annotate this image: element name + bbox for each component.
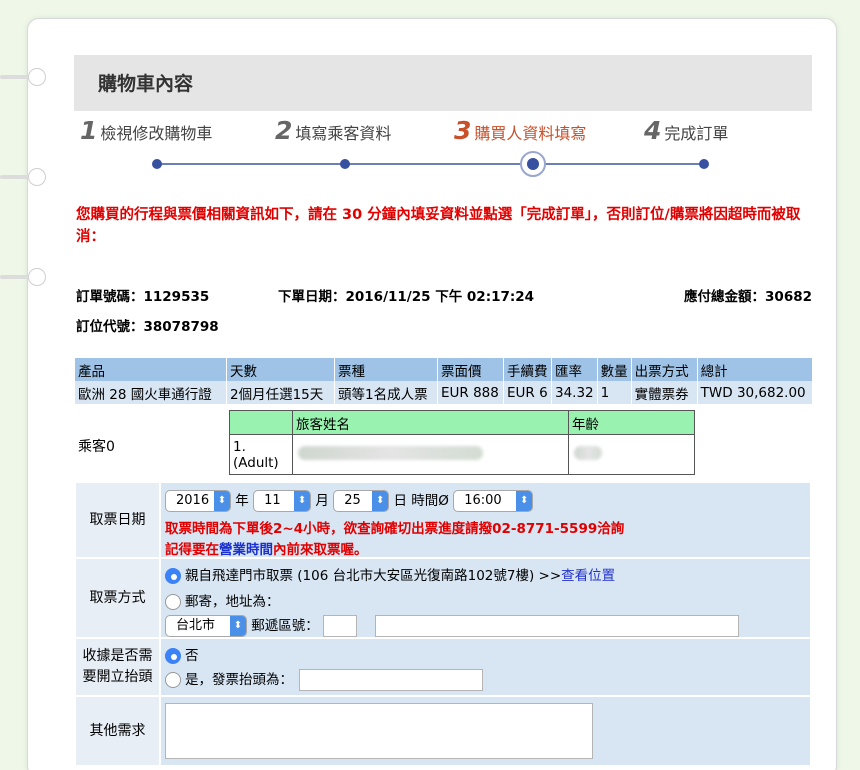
passenger-header-row: 旅客姓名 年齡 [229, 410, 695, 435]
cell-qty: 1 [596, 381, 632, 404]
passenger-table: 旅客姓名 年齡 1. (Adult) [229, 410, 695, 475]
col-header: 產品 [74, 358, 227, 381]
other-row: 其他需求 [74, 695, 812, 767]
address-input[interactable] [375, 615, 740, 637]
pickup-method-row: 取票方式 親自飛達門市取票 (106 台北市大安區光復南路102號7樓) >>查… [74, 557, 812, 639]
chevron-updown-icon: ⬍ [230, 616, 246, 636]
cell-days: 2個月任選15天 [226, 381, 335, 404]
receipt-yes-radio[interactable] [165, 672, 181, 688]
col-header: 總計 [696, 358, 812, 381]
page-title: 購物車內容 [98, 73, 194, 95]
booking-code: 訂位代號：38078798 [76, 319, 219, 335]
pickup-store-radio[interactable] [165, 568, 181, 584]
total-amount: 應付總金額：30682 [684, 289, 812, 305]
cell-delivery: 實體票券 [630, 381, 698, 404]
cell-fee: EUR 6 [503, 381, 552, 404]
col-age-header: 年齡 [568, 410, 695, 435]
step-dot-4 [699, 159, 709, 169]
step-1: 1 檢視修改購物車 [80, 116, 213, 145]
cell-product: 歐洲 28 國火車通行證 [74, 381, 227, 404]
binder-ring [0, 66, 50, 88]
other-label: 其他需求 [74, 695, 161, 767]
step-4: 4 完成訂單 [644, 116, 729, 145]
col-header: 數量 [596, 358, 632, 381]
chevron-updown-icon: ⬍ [294, 491, 311, 511]
receipt-no-radio[interactable] [165, 648, 181, 664]
progress-track [156, 163, 706, 165]
col-header: 票種 [334, 358, 438, 381]
mail-radio[interactable] [165, 594, 181, 610]
col-header: 票面價 [437, 358, 504, 381]
other-textarea[interactable] [165, 703, 593, 759]
step-dot-1 [152, 159, 162, 169]
cell-rate: 34.32 [551, 381, 598, 404]
binder-ring [0, 166, 50, 188]
pickup-note: 取票時間為下單後2~4小時，欲查詢確切出票進度請撥02-8771-5599洽詢 [165, 521, 625, 537]
invoice-title-input[interactable] [299, 669, 483, 691]
col-header: 出票方式 [630, 358, 698, 381]
passenger-index: 1. [233, 438, 246, 455]
cell-ticket-type: 頭等1名成人票 [334, 381, 438, 404]
step-2: 2 填寫乘客資料 [275, 116, 392, 145]
step-3: 3 購買人資料填寫 [454, 116, 587, 145]
passenger-label: 乘客0 [78, 439, 115, 455]
col-header: 匯率 [551, 358, 598, 381]
binder-ring [0, 266, 50, 288]
table-row: 歐洲 28 國火車通行證 2個月任選15天 頭等1名成人票 EUR 888 EU… [74, 381, 812, 404]
table-header-row: 產品 天數 票種 票面價 手續費 匯率 數量 出票方式 總計 [74, 358, 812, 381]
col-header: 天數 [226, 358, 335, 381]
cell-total: TWD 30,682.00 [696, 381, 812, 404]
cell-price: EUR 888 [437, 381, 504, 404]
day-select[interactable]: 25 ⬍ [333, 490, 390, 512]
redacted-name [298, 445, 483, 460]
receipt-row: 收據是否需 要開立抬頭 否 是，發票抬頭為： [74, 637, 812, 697]
passenger-type: (Adult) [233, 454, 279, 471]
order-table: 產品 天數 票種 票面價 手續費 匯率 數量 出票方式 總計 歐洲 28 國火車… [74, 358, 812, 404]
receipt-label: 收據是否需 要開立抬頭 [74, 637, 161, 697]
pickup-date-row: 取票日期 2016 ⬍ 年 11 ⬍ 月 25 ⬍ 日 時間Ø 16:00 ⬍ 取票時間… [74, 481, 812, 559]
order-number: 訂單號碼：1129535 [76, 289, 210, 305]
chevron-updown-icon: ⬍ [516, 491, 533, 511]
chevron-updown-icon: ⬍ [214, 491, 230, 511]
col-name-header: 旅客姓名 [292, 410, 569, 435]
pickup-method-label: 取票方式 [74, 557, 161, 639]
zip-input[interactable] [323, 615, 358, 637]
progress-steps: 1 檢視修改購物車 2 填寫乘客資料 3 購買人資料填寫 4 完成訂單 [80, 116, 800, 146]
chevron-updown-icon: ⬍ [372, 491, 389, 511]
step-dot-current [520, 151, 546, 177]
cart-header: 購物車內容 [74, 55, 812, 111]
time-select[interactable]: 16:00 ⬍ [453, 490, 534, 512]
view-location-link[interactable]: 查看位置 [561, 568, 615, 584]
redacted-age [574, 445, 602, 460]
timeout-warning: 您購買的行程與票價相關資訊如下，請在 30 分鐘內填妥資料並點選「完成訂單」，否… [76, 207, 801, 245]
passenger-section: 乘客0 旅客姓名 年齡 1. (Adult) [74, 408, 812, 480]
business-hours: 營業時間 [219, 542, 273, 558]
order-date: 下單日期：2016/11/25 下午 02:17:24 [278, 289, 535, 305]
purchaser-form: 取票日期 2016 ⬍ 年 11 ⬍ 月 25 ⬍ 日 時間Ø 16:00 ⬍ 取票時間… [74, 481, 812, 767]
pickup-date-label: 取票日期 [74, 481, 161, 559]
year-select[interactable]: 2016 ⬍ [165, 490, 231, 512]
month-select[interactable]: 11 ⬍ [253, 490, 312, 512]
col-header: 手續費 [503, 358, 552, 381]
city-select[interactable]: 台北市 ⬍ [165, 615, 247, 637]
step-dot-2 [340, 159, 350, 169]
passenger-row: 1. (Adult) [229, 434, 695, 475]
